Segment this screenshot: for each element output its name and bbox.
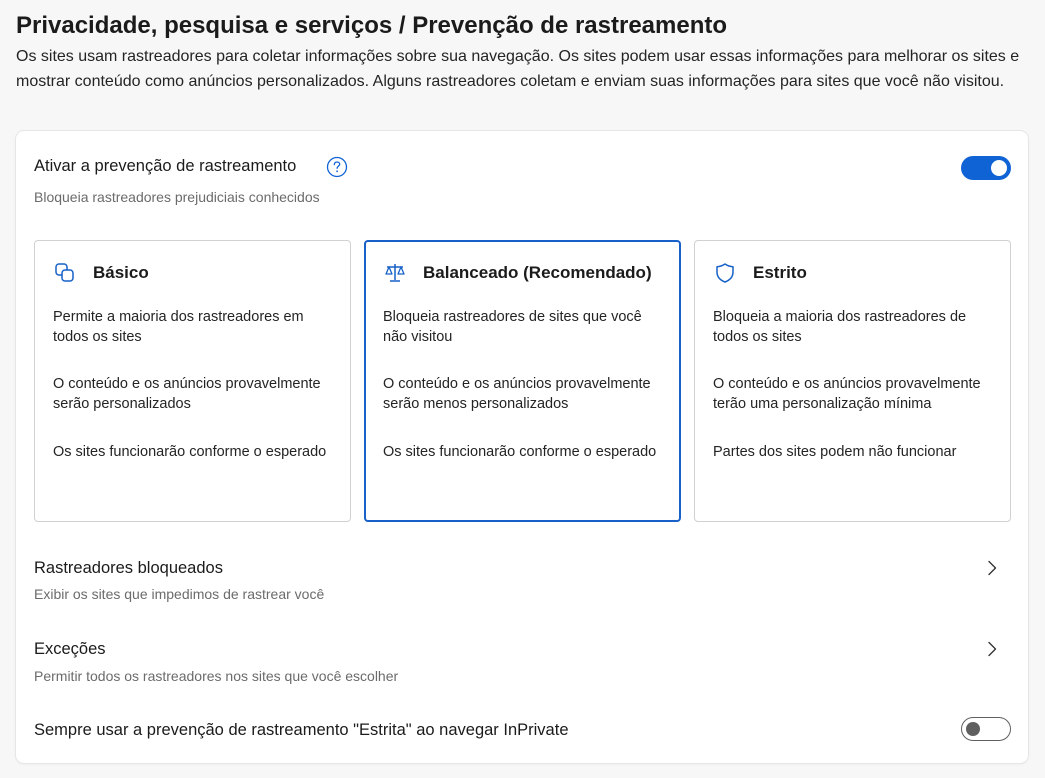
tracking-prevention-title: Ativar a prevenção de rastreamento [34, 157, 297, 175]
level-card-basic[interactable]: Básico Permite a maioria dos rastreadore… [34, 240, 351, 522]
level-title: Básico [93, 263, 149, 282]
exceptions-subtitle: Permitir todos os rastreadores nos sites… [34, 668, 399, 684]
level-description: Os sites funcionarão conforme o esperado [383, 444, 657, 460]
blocked-trackers-title: Rastreadores bloqueados [34, 559, 223, 577]
tracking-prevention-toggle[interactable] [961, 156, 1011, 180]
blocked-trackers-subtitle: Exibir os sites que impedimos de rastrea… [34, 586, 325, 602]
toggle-knob [966, 721, 980, 736]
chevron-right-icon[interactable] [982, 639, 1002, 659]
exceptions-title: Exceções [34, 640, 106, 658]
level-description: O conteúdo e os anúncios provavelmente s… [383, 376, 651, 412]
exceptions-row[interactable]: Exceções Permitir todos os rastreadores … [16, 628, 1028, 688]
level-card-strict[interactable]: Estrito Bloqueia a maioria dos rastreado… [694, 240, 1011, 522]
level-description: Os sites funcionarão conforme o esperado [53, 444, 327, 460]
inprivate-strict-title: Sempre usar a prevenção de rastreamento … [34, 721, 569, 739]
level-description: Bloqueia rastreadores de sites que você … [383, 309, 642, 345]
level-description: O conteúdo e os anúncios provavelmente s… [53, 376, 321, 412]
level-title: Estrito [753, 263, 807, 282]
tracking-prevention-card: Ativar a prevenção de rastreamento Bloqu… [16, 131, 1028, 763]
level-description: Permite a maioria dos rastreadores em to… [53, 309, 304, 345]
balance-scale-icon [385, 264, 405, 282]
tracking-prevention-subtitle: Bloqueia rastreadores prejudiciais conhe… [34, 189, 320, 205]
chevron-right-icon[interactable] [982, 558, 1002, 578]
page-title: Privacidade, pesquisa e serviços / Preve… [16, 12, 728, 39]
level-card-balanced[interactable]: Balanceado (Recomendado) Bloqueia rastre… [364, 240, 681, 522]
page-description: Os sites usam rastreadores para coletar … [16, 48, 1020, 90]
toggle-knob [991, 160, 1007, 176]
level-description: Bloqueia a maioria dos rastreadores de t… [713, 309, 967, 345]
blocked-trackers-row[interactable]: Rastreadores bloqueados Exibir os sites … [16, 546, 1028, 606]
inprivate-strict-toggle[interactable] [961, 717, 1011, 741]
help-circle-icon[interactable] [326, 156, 348, 178]
layers-icon [55, 263, 74, 282]
level-description: O conteúdo e os anúncios provavelmente t… [713, 376, 981, 412]
level-title: Balanceado (Recomendado) [423, 263, 652, 282]
level-description: Partes dos sites podem não funcionar [713, 444, 957, 460]
shield-icon [716, 263, 734, 283]
